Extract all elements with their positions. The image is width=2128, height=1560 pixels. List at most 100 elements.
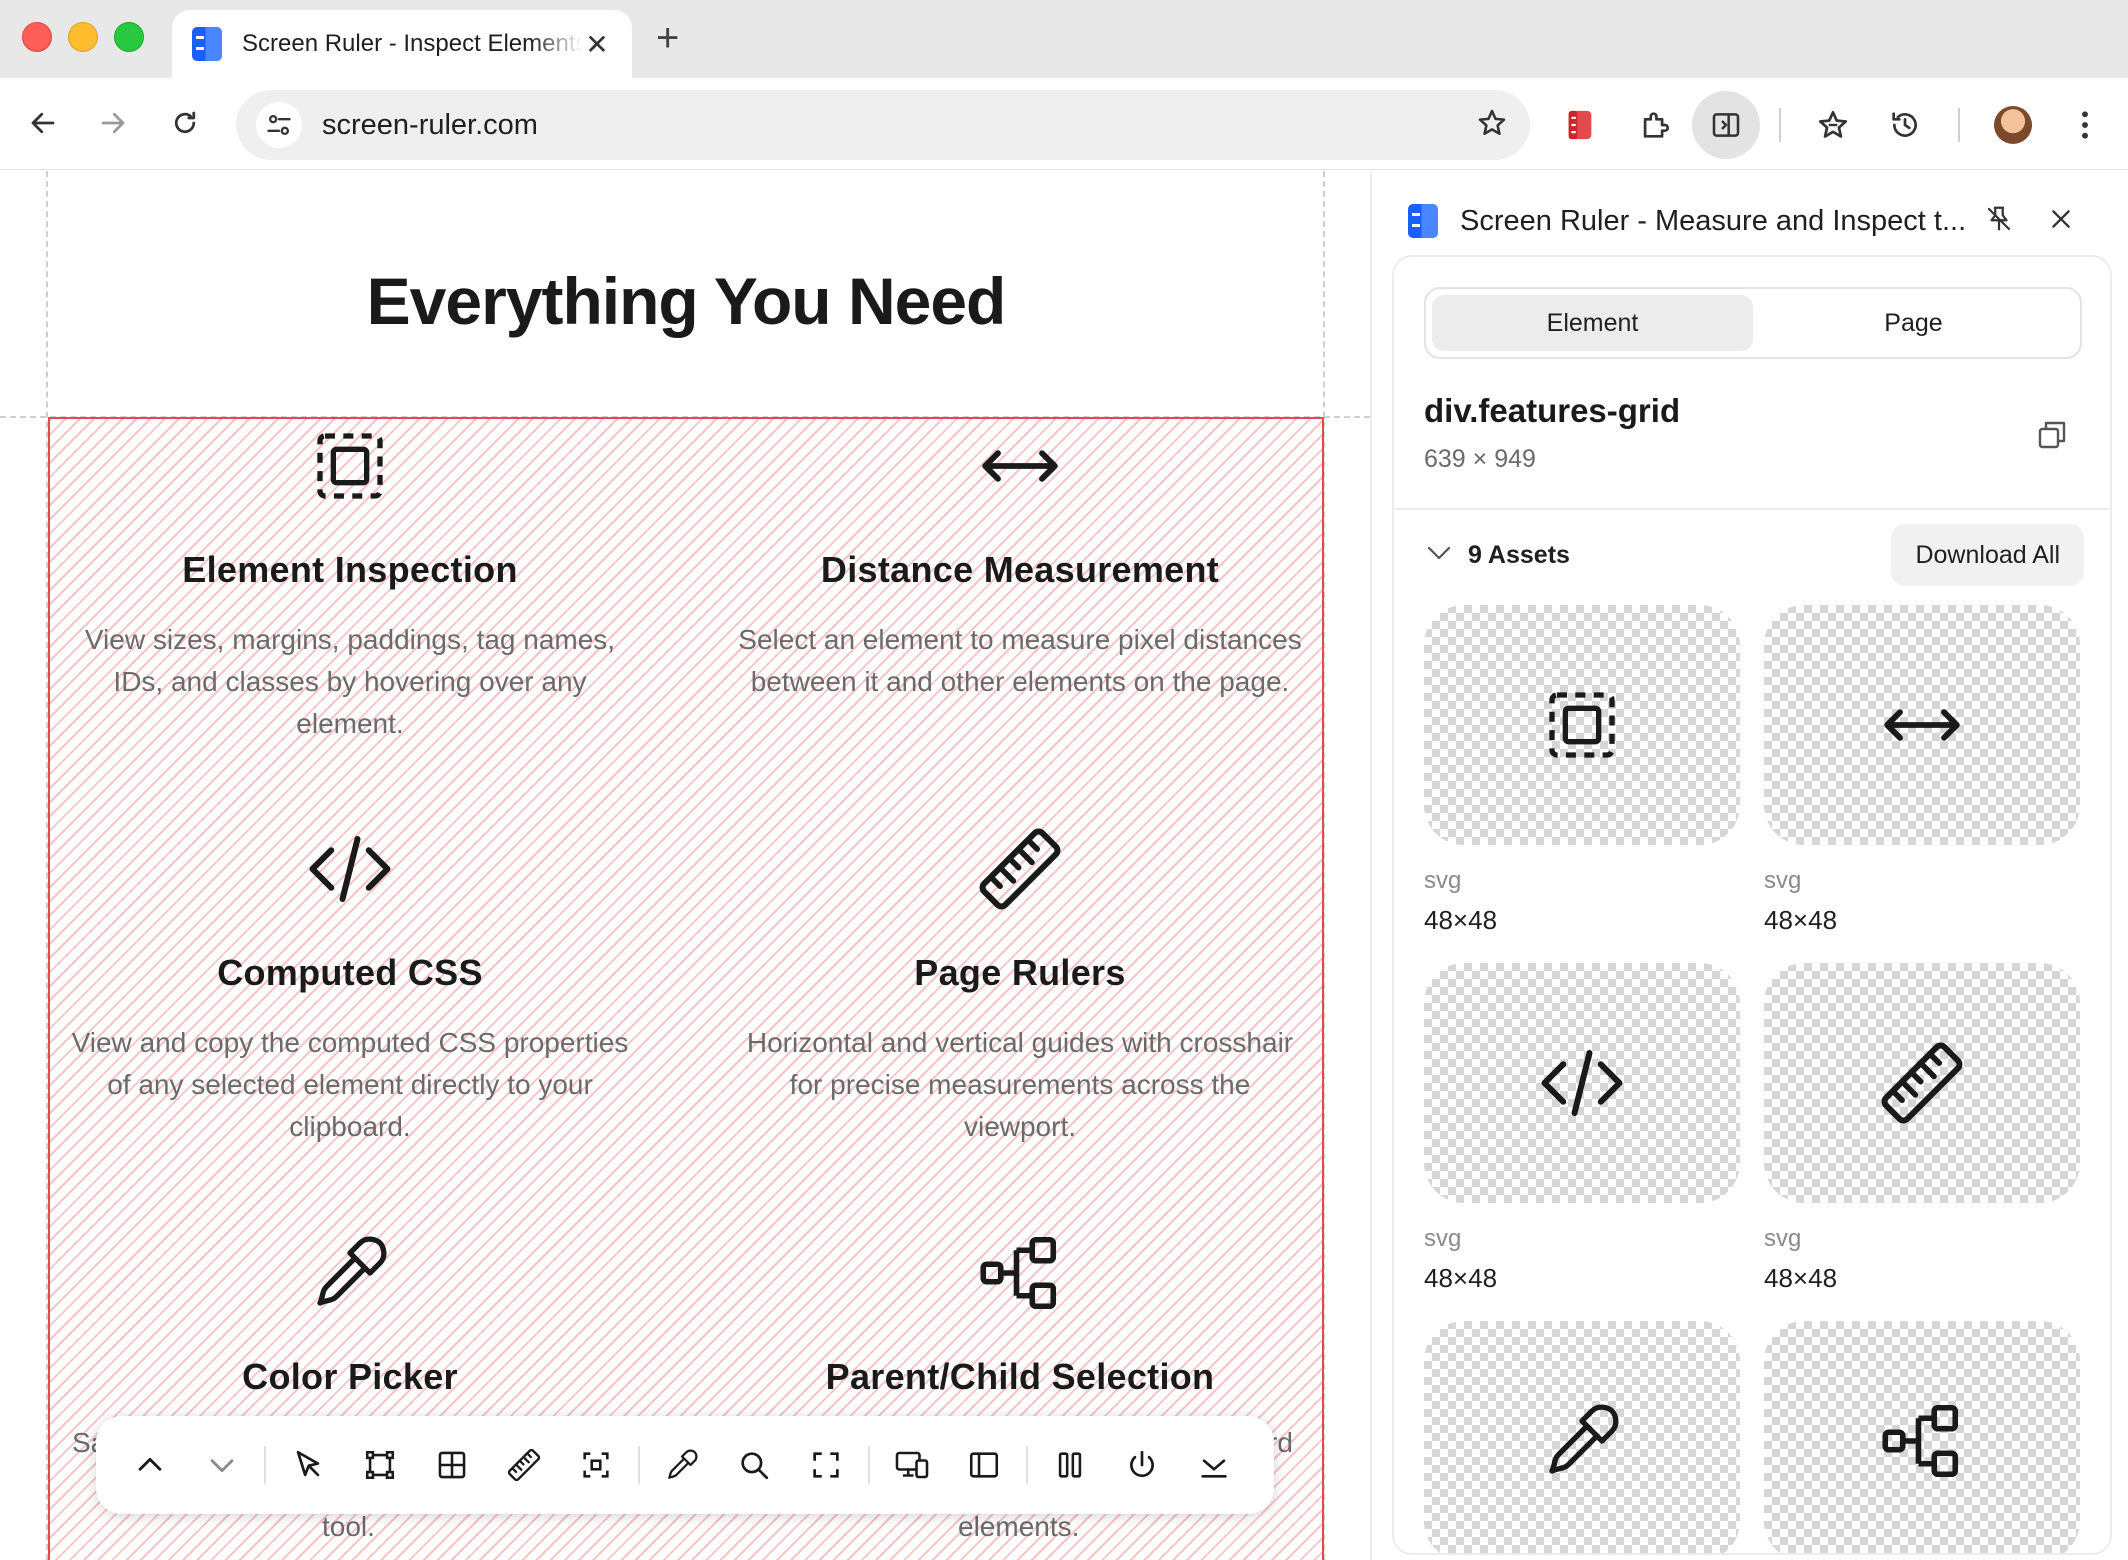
asset-thumbnail[interactable] <box>1764 1321 2080 1553</box>
feature-title: Distance Measurement <box>820 549 1220 590</box>
asset-thumbnail[interactable] <box>1424 963 1740 1203</box>
sidebar-layout-icon[interactable] <box>948 1429 1020 1501</box>
browser-menu-kebab-icon[interactable] <box>2058 98 2112 152</box>
dashed-square-icon <box>1542 685 1622 765</box>
collapse-down-icon[interactable] <box>1178 1429 1250 1501</box>
divider <box>1394 508 2110 510</box>
unpin-icon[interactable] <box>1984 204 2014 239</box>
tab-close-icon[interactable]: ✕ <box>582 28 612 61</box>
feature-description: View and copy the computed CSS propertie… <box>71 1027 629 1142</box>
toolbar-separator <box>1958 108 1960 142</box>
hierarchy-icon <box>720 1228 1320 1318</box>
bounding-box-icon[interactable] <box>344 1429 416 1501</box>
tab-title: Screen Ruler - Inspect Elements <box>242 30 582 57</box>
toolbar-separator <box>638 1446 640 1484</box>
screen-ruler-floating-toolbar <box>96 1416 1274 1514</box>
minimize-window-button[interactable] <box>68 22 98 52</box>
asset-size: 48×48 <box>1424 1263 1498 1293</box>
chevron-down-icon[interactable] <box>186 1429 258 1501</box>
focus-frame-icon[interactable] <box>560 1429 632 1501</box>
cursor-select-icon[interactable] <box>272 1429 344 1501</box>
feature-title: Color Picker <box>242 1356 458 1397</box>
feature-description: Horizontal and vertical guides with cros… <box>746 1027 1294 1142</box>
extensions-puzzle-icon[interactable] <box>1628 98 1682 152</box>
asset-thumbnail[interactable] <box>1424 1321 1740 1553</box>
asset-item[interactable]: svg 48×48 <box>1764 605 2080 936</box>
feature-description-partial: elements. <box>958 1511 1080 1542</box>
feature-title: Computed CSS <box>217 952 483 993</box>
fullscreen-corners-icon[interactable] <box>790 1429 862 1501</box>
toolbar-separator <box>1779 108 1781 142</box>
asset-item[interactable]: svg 48×48 <box>1424 605 1740 936</box>
asset-type: svg <box>1764 1225 1802 1252</box>
screen-ruler-favicon-icon <box>192 27 222 61</box>
toolbar-separator <box>264 1446 266 1484</box>
reload-icon[interactable] <box>162 100 208 146</box>
ruler-tool-icon[interactable] <box>488 1429 560 1501</box>
browser-toolbar: screen-ruler.com <box>0 78 2128 170</box>
bookmark-star-icon[interactable] <box>1476 107 1508 144</box>
url-text: screen-ruler.com <box>322 108 538 141</box>
feature-computed-css: Computed CSS View and copy the computed … <box>50 824 650 1148</box>
power-icon[interactable] <box>1106 1429 1178 1501</box>
toolbar-separator <box>1026 1446 1028 1484</box>
chevron-up-icon[interactable] <box>114 1429 186 1501</box>
tab-element[interactable]: Element <box>1432 295 1753 351</box>
selected-element-size: 639 × 949 <box>1424 445 1536 473</box>
back-arrow-icon[interactable] <box>20 100 66 146</box>
site-info-tune-icon[interactable] <box>256 102 302 148</box>
asset-thumbnail[interactable] <box>1764 605 2080 845</box>
columns-icon[interactable] <box>1034 1429 1106 1501</box>
chevron-down-icon[interactable] <box>1424 538 1454 573</box>
asset-item[interactable] <box>1764 1321 2080 1553</box>
bookmarks-star-list-icon[interactable] <box>1806 98 1860 152</box>
address-bar[interactable]: screen-ruler.com <box>236 90 1530 160</box>
eyedropper-tool-icon[interactable] <box>646 1429 718 1501</box>
asset-item[interactable]: svg 48×48 <box>1424 963 1740 1294</box>
maximize-window-button[interactable] <box>114 22 144 52</box>
code-icon <box>1537 1038 1627 1128</box>
close-panel-icon[interactable] <box>2048 206 2074 237</box>
asset-type: svg <box>1424 1225 1462 1252</box>
asset-size: 48×48 <box>1764 1263 1838 1293</box>
assets-count-label[interactable]: 9 Assets <box>1468 541 1570 570</box>
asset-size: 48×48 <box>1764 905 1838 935</box>
history-icon[interactable] <box>1878 98 1932 152</box>
asset-item[interactable]: svg 48×48 <box>1764 963 2080 1294</box>
view-segmented-control: Element Page <box>1424 287 2082 359</box>
inspector-card: Element Page div.features-grid 639 × 949… <box>1392 255 2112 1555</box>
double-arrow-icon <box>720 421 1320 511</box>
asset-thumbnail[interactable] <box>1764 963 2080 1203</box>
side-panel-title: Screen Ruler - Measure and Inspect t... <box>1460 204 1967 237</box>
grid-icon[interactable] <box>416 1429 488 1501</box>
browser-tab-active[interactable]: Screen Ruler - Inspect Elements ✕ <box>172 10 632 78</box>
copy-icon[interactable] <box>2034 417 2074 457</box>
feature-distance-measurement: Distance Measurement Select an element t… <box>720 421 1320 703</box>
screen-ruler-extension-icon[interactable] <box>1553 98 1607 152</box>
asset-type: svg <box>1424 867 1462 894</box>
assets-header: 9 Assets Download All <box>1424 523 2084 587</box>
download-all-button[interactable]: Download All <box>1891 524 2084 586</box>
feature-page-rulers: Page Rulers Horizontal and vertical guid… <box>720 824 1320 1148</box>
web-content: Everything You Need Element Inspection V… <box>0 171 1370 1560</box>
feature-title: Element Inspection <box>182 549 518 590</box>
screen-ruler-logo-icon <box>1408 204 1438 238</box>
asset-size: 48×48 <box>1424 905 1498 935</box>
asset-type: svg <box>1764 867 1802 894</box>
avatar <box>1994 106 2032 144</box>
page-heading: Everything You Need <box>366 264 1007 338</box>
new-tab-plus-icon[interactable]: + <box>656 16 679 61</box>
tab-page[interactable]: Page <box>1753 295 2074 351</box>
zoom-search-icon[interactable] <box>718 1429 790 1501</box>
asset-thumbnail[interactable] <box>1424 605 1740 845</box>
forward-arrow-icon[interactable] <box>90 100 136 146</box>
profile-avatar[interactable] <box>1986 98 2040 152</box>
feature-parent-child-selection: Parent/Child Selection <box>720 1228 1320 1398</box>
side-panel-toggle-icon[interactable] <box>1692 91 1760 159</box>
feature-title: Page Rulers <box>914 952 1126 993</box>
side-panel-header: Screen Ruler - Measure and Inspect t... <box>1408 191 2108 251</box>
feature-description: Select an element to measure pixel dista… <box>738 624 1302 697</box>
asset-item[interactable] <box>1424 1321 1740 1553</box>
close-window-button[interactable] <box>22 22 52 52</box>
responsive-devices-icon[interactable] <box>876 1429 948 1501</box>
